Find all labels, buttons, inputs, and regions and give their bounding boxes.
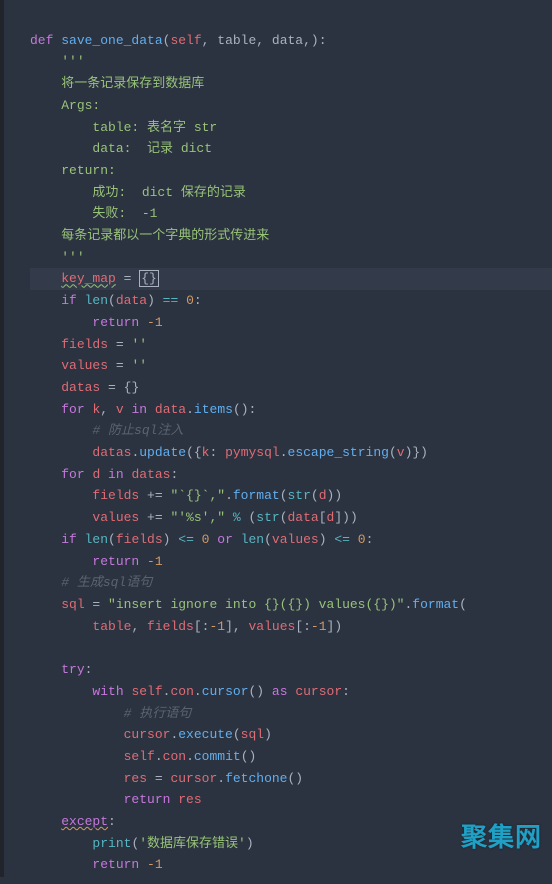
line-17: datas = {} [30,380,139,395]
line-33: self.con.commit() [30,749,256,764]
line-20: datas.update({k: pymysql.escape_string(v… [30,445,428,460]
line-29: try: [30,662,92,677]
line-7: return: [30,163,116,178]
line-19: # 防止sql注入 [30,423,183,438]
line-34: res = cursor.fetchone() [30,771,303,786]
line-36: except: [30,814,116,829]
line-3: 将一条记录保存到数据库 [30,76,204,91]
line-14: return -1 [30,315,163,330]
line-21: for d in datas: [30,467,178,482]
line-6: data: 记录 dict [30,141,212,156]
line-18: for k, v in data.items(): [30,402,256,417]
line-30: with self.con.cursor() as cursor: [30,684,350,699]
cursor: {} [139,270,159,287]
gutter-border [0,0,4,877]
line-8: 成功: dict 保存的记录 [30,185,246,200]
line-28: table, fields[:-1], values[:-1]) [30,619,342,634]
line-12-current: key_map = {} [30,268,552,290]
line-10: 每条记录都以一个字典的形式传进来 [30,228,269,243]
line-23: values += "'%s'," % (str(data[d])) [30,510,358,525]
line-11: ''' [30,250,85,265]
code-editor: def save_one_data(self, table, data,): '… [0,0,552,884]
line-38: return -1 [30,857,163,872]
line-5: table: 表名字 str [30,120,217,135]
line-24: if len(fields) <= 0 or len(values) <= 0: [30,532,373,547]
line-32: cursor.execute(sql) [30,727,272,742]
line-25: return -1 [30,554,163,569]
line-1: def save_one_data(self, table, data,): [30,33,327,48]
line-31: # 执行语句 [30,706,191,721]
line-13: if len(data) == 0: [30,293,202,308]
line-9: 失败: -1 [30,206,157,221]
line-27: sql = "insert ignore into {}({}) values(… [30,597,467,612]
watermark-text: 聚集网 [461,816,542,859]
line-16: values = '' [30,358,147,373]
line-26: # 生成sql语句 [30,575,152,590]
line-22: fields += "`{}`,".format(str(d)) [30,488,342,503]
line-4: Args: [30,98,100,113]
line-15: fields = '' [30,337,147,352]
line-37: print('数据库保存错误') [30,836,254,851]
line-2: ''' [30,54,85,69]
line-35: return res [30,792,202,807]
